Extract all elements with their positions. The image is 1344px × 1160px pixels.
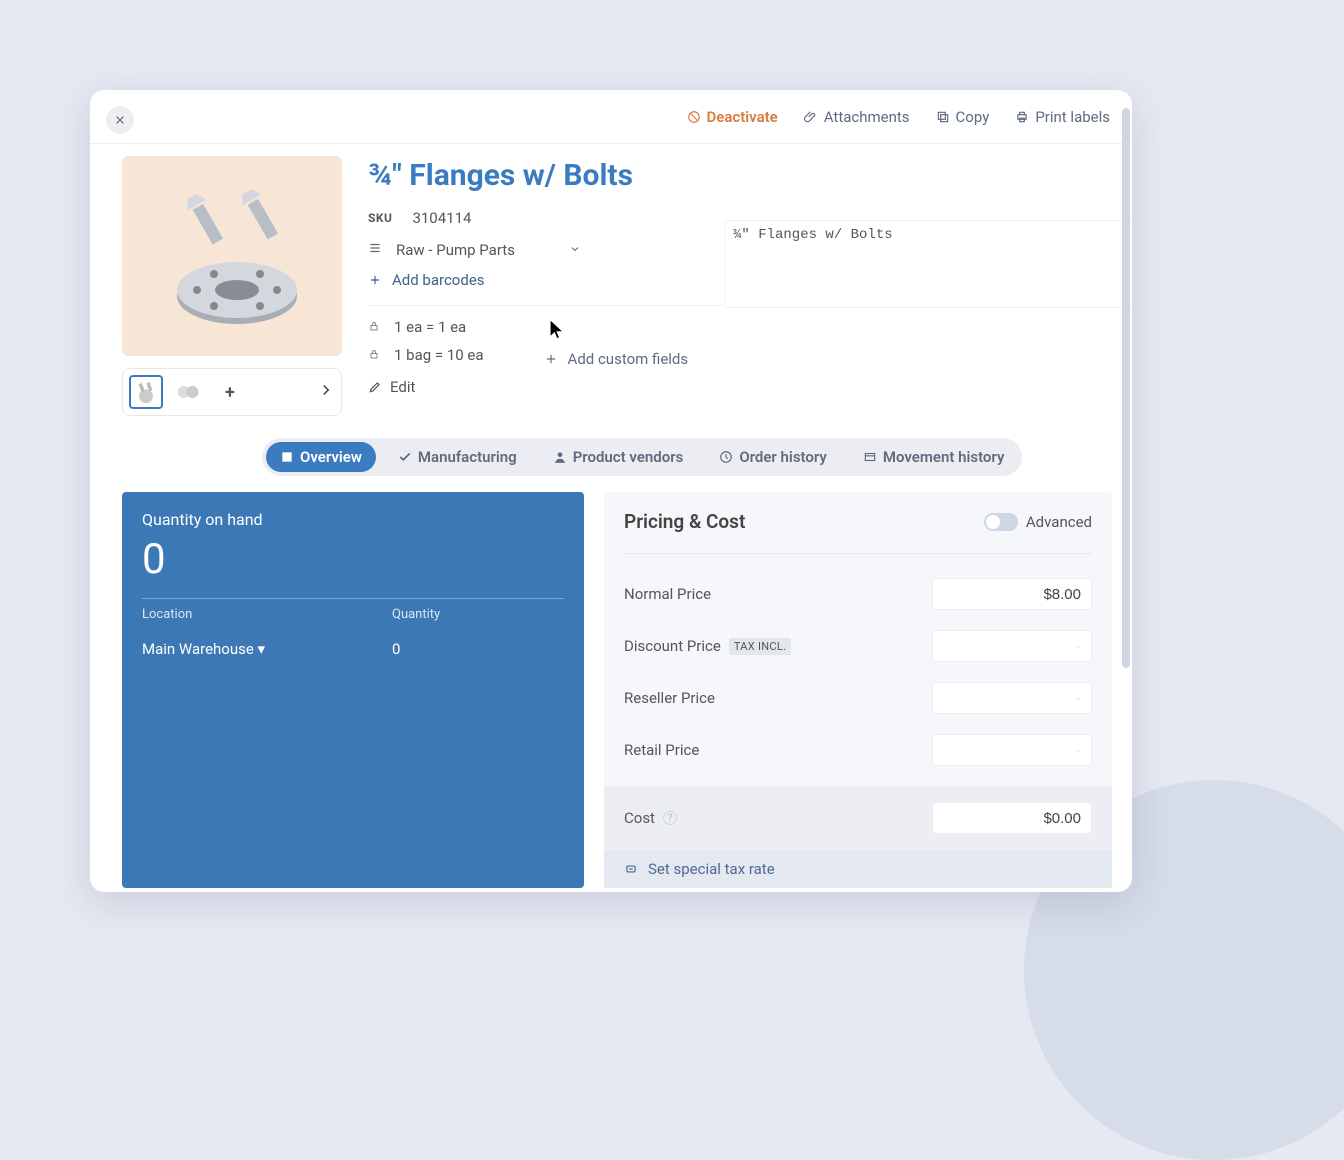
normal-price-input[interactable] <box>932 578 1092 610</box>
uom-line-1: 1 ea = 1 ea <box>394 318 466 336</box>
qoh-total: 0 <box>142 535 564 584</box>
normal-price-label: Normal Price <box>624 585 711 603</box>
tabs: Overview Manufacturing Product vendors O… <box>262 438 1022 476</box>
scrollbar-thumb[interactable] <box>1122 108 1130 668</box>
attachments-button[interactable]: Attachments <box>804 108 910 126</box>
tab-order-history[interactable]: Order history <box>705 442 841 472</box>
copy-button[interactable]: Copy <box>936 108 990 126</box>
prohibit-icon <box>687 110 701 124</box>
divider <box>142 598 564 599</box>
sku-label: SKU <box>368 211 392 225</box>
advanced-label: Advanced <box>1026 513 1092 531</box>
reseller-price-label: Reseller Price <box>624 689 715 707</box>
attachments-label: Attachments <box>824 108 910 126</box>
qoh-title: Quantity on hand <box>142 510 564 529</box>
edit-label: Edit <box>390 378 415 396</box>
modal-content: + ¾" Flanges w/ Bolts SKU 3104114 Raw - … <box>90 144 1132 892</box>
copy-icon <box>936 110 950 124</box>
modal-topbar: Deactivate Attachments Copy Print labels <box>90 90 1132 144</box>
tab-order-history-label: Order history <box>739 448 827 466</box>
cost-input[interactable] <box>932 802 1092 834</box>
paperclip-icon <box>804 110 818 124</box>
retail-price-label: Retail Price <box>624 741 699 759</box>
tax-badge: TAX INCL. <box>729 638 791 655</box>
check-icon <box>398 450 412 464</box>
quantity-on-hand-panel: Quantity on hand 0 Location Quantity Mai… <box>122 492 584 888</box>
uom-line-2: 1 bag = 10 ea <box>394 346 484 364</box>
deactivate-button[interactable]: Deactivate <box>687 108 778 126</box>
clock-icon <box>719 450 733 464</box>
retail-price-input[interactable] <box>932 734 1092 766</box>
qoh-row-qty: 0 <box>392 640 400 658</box>
lock-icon <box>368 346 380 364</box>
pricing-panel: Pricing & Cost Advanced Normal Price Dis… <box>604 492 1112 888</box>
copy-label: Copy <box>956 108 990 126</box>
product-title: ¾" Flanges w/ Bolts <box>368 158 1112 193</box>
qoh-col-location: Location <box>142 607 392 622</box>
product-modal: Deactivate Attachments Copy Print labels <box>90 90 1132 892</box>
thumbnail-strip: + <box>122 368 342 416</box>
pencil-icon <box>368 380 382 394</box>
special-tax-link[interactable]: Set special tax rate <box>604 850 1112 888</box>
discount-price-label: Discount Price <box>624 637 721 655</box>
pricing-title: Pricing & Cost <box>624 510 745 533</box>
tab-overview[interactable]: Overview <box>266 442 376 472</box>
thumbnail-2[interactable] <box>171 375 205 409</box>
plus-icon <box>544 352 558 366</box>
discount-price-input[interactable] <box>932 630 1092 662</box>
sku-value: 3104114 <box>412 209 471 227</box>
printer-icon <box>1015 110 1029 124</box>
tab-overview-label: Overview <box>300 448 362 466</box>
qoh-col-qty: Quantity <box>392 607 440 622</box>
person-icon <box>553 450 567 464</box>
advanced-toggle[interactable] <box>984 513 1018 531</box>
description-textarea[interactable] <box>724 220 1132 308</box>
cost-label: Cost <box>624 809 655 827</box>
tab-manufacturing[interactable]: Manufacturing <box>384 442 531 472</box>
special-tax-label: Set special tax rate <box>648 860 775 878</box>
add-image-button[interactable]: + <box>213 375 247 409</box>
tab-manufacturing-label: Manufacturing <box>418 448 517 466</box>
qoh-row-location[interactable]: Main Warehouse ▾ <box>142 640 392 658</box>
edit-uom-button[interactable]: Edit <box>368 378 484 396</box>
help-icon[interactable]: ? <box>663 811 677 825</box>
chevron-down-icon <box>569 241 581 259</box>
add-custom-fields-link[interactable]: Add custom fields <box>544 322 689 396</box>
reseller-price-input[interactable] <box>932 682 1092 714</box>
plus-icon <box>368 273 382 287</box>
thumbnail-1[interactable] <box>129 375 163 409</box>
deactivate-label: Deactivate <box>707 108 778 126</box>
lock-icon <box>368 318 380 336</box>
tax-icon <box>624 862 638 876</box>
overview-icon <box>280 450 294 464</box>
tab-vendors[interactable]: Product vendors <box>539 442 698 472</box>
close-icon <box>113 113 127 127</box>
close-button[interactable] <box>106 106 134 134</box>
tab-movement-history-label: Movement history <box>883 448 1005 466</box>
tab-vendors-label: Product vendors <box>573 448 684 466</box>
add-barcodes-label: Add barcodes <box>392 271 485 289</box>
product-image[interactable] <box>122 156 342 356</box>
tab-movement-history[interactable]: Movement history <box>849 442 1019 472</box>
print-labels-label: Print labels <box>1035 108 1110 126</box>
add-custom-fields-label: Add custom fields <box>568 350 689 368</box>
movement-icon <box>863 450 877 464</box>
list-icon <box>368 241 382 259</box>
scrollbar[interactable] <box>1122 100 1130 882</box>
thumbnail-next[interactable] <box>317 381 335 403</box>
category-select[interactable]: Raw - Pump Parts <box>396 241 515 259</box>
print-labels-button[interactable]: Print labels <box>1015 108 1110 126</box>
